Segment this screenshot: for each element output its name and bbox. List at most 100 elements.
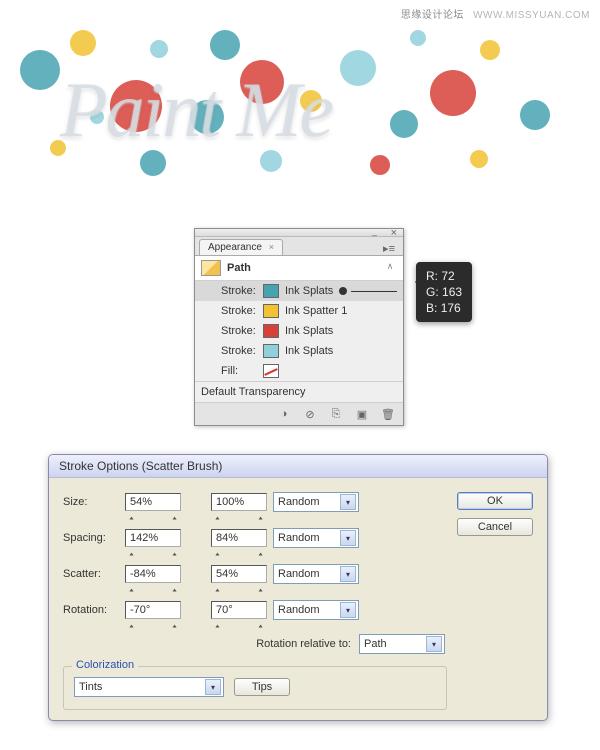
rotation-mode-value: Random	[278, 604, 320, 616]
scatter-mode-value: Random	[278, 568, 320, 580]
slider-arrows[interactable]: ▲▲	[128, 623, 178, 630]
fill-row[interactable]: Fill:	[195, 361, 403, 381]
chevron-down-icon: ▾	[340, 602, 356, 618]
slider-arrows[interactable]: ▲▲	[214, 587, 264, 594]
scatter-row: Scatter: -84% ▲▲ 54% ▲▲ Random ▾	[63, 564, 447, 584]
clear-icon[interactable]: ⊘	[301, 407, 319, 421]
rot-rel-combo[interactable]: Path ▾	[359, 634, 445, 654]
spacing-b-input[interactable]: 84%	[211, 529, 267, 547]
dialog-title: Stroke Options (Scatter Brush)	[49, 455, 547, 478]
duplicate-icon[interactable]: ⎘	[327, 407, 345, 421]
stroke-row-1[interactable]: Stroke: Ink Spatter 1	[195, 301, 403, 321]
chevron-down-icon: ▾	[340, 494, 356, 510]
scroll-up-icon[interactable]: ∧	[383, 261, 397, 275]
b-label: B:	[426, 301, 437, 315]
path-thumb-icon	[201, 260, 221, 276]
size-b-input[interactable]: 100%	[211, 493, 267, 511]
colorization-legend: Colorization	[72, 659, 138, 671]
r-label: R:	[426, 269, 438, 283]
slider-arrows[interactable]: ▲▲	[214, 551, 264, 558]
stroke-row-3[interactable]: Stroke: Ink Splats	[195, 341, 403, 361]
rotation-row: Rotation: -70° ▲▲ 70° ▲▲ Random ▾	[63, 600, 447, 620]
swatch-3[interactable]	[263, 344, 279, 358]
hero-text: Paint Me	[60, 65, 332, 155]
panel-menu-icon[interactable]: ▸≡	[383, 242, 399, 255]
size-a-input[interactable]: 54%	[125, 493, 181, 511]
path-row[interactable]: Path ∧	[195, 256, 403, 281]
cancel-button[interactable]: Cancel	[457, 518, 533, 536]
size-row: Size: 54% ▲▲ 100% ▲▲ Random ▾	[63, 492, 447, 512]
path-label: Path	[227, 262, 251, 274]
close-icon[interactable]: ×	[391, 227, 397, 239]
default-transparency-row[interactable]: Default Transparency	[195, 381, 403, 403]
default-transparency-label: Default Transparency	[201, 386, 306, 398]
rotation-label: Rotation:	[63, 604, 119, 616]
hero-illustration: Paint Me	[0, 0, 600, 200]
rot-rel-value: Path	[364, 638, 387, 650]
spacing-label: Spacing:	[63, 532, 119, 544]
stroke-label: Stroke:	[221, 325, 263, 337]
stroke-label: Stroke:	[221, 285, 263, 297]
swatch-0[interactable]	[263, 284, 279, 298]
scatter-mode-combo[interactable]: Random ▾	[273, 564, 359, 584]
colorization-combo[interactable]: Tints ▾	[74, 677, 224, 697]
chevron-down-icon: ▾	[340, 530, 356, 546]
spacing-a-input[interactable]: 142%	[125, 529, 181, 547]
size-label: Size:	[63, 496, 119, 508]
stroke-label: Stroke:	[221, 305, 263, 317]
brush-name-3: Ink Splats	[285, 345, 333, 357]
brush-dot-icon	[339, 287, 347, 295]
rotation-relative-row: Rotation relative to: Path ▾	[63, 634, 447, 654]
rotation-a-input[interactable]: -70°	[125, 601, 181, 619]
fill-label: Fill:	[221, 365, 263, 377]
size-mode-value: Random	[278, 496, 320, 508]
b-value: 176	[441, 301, 461, 315]
stroke-row-0[interactable]: Stroke: Ink Splats	[195, 281, 403, 301]
slider-arrows[interactable]: ▲▲	[128, 587, 178, 594]
minimize-icon[interactable]: –	[372, 230, 377, 240]
panel-footer: ◑ ⊘ ⎘ ▣ 🗑	[195, 403, 403, 425]
slider-arrows[interactable]: ▲▲	[128, 551, 178, 558]
swatch-2[interactable]	[263, 324, 279, 338]
size-mode-combo[interactable]: Random ▾	[273, 492, 359, 512]
chevron-down-icon: ▾	[426, 636, 442, 652]
ok-button[interactable]: OK	[457, 492, 533, 510]
tips-button[interactable]: Tips	[234, 678, 290, 696]
panel-topbar: – ×	[195, 229, 403, 237]
swatch-none[interactable]	[263, 364, 279, 378]
colorization-fieldset: Colorization Tints ▾ Tips	[63, 666, 447, 710]
tab-appearance-label: Appearance	[208, 242, 262, 253]
brush-name-2: Ink Splats	[285, 325, 333, 337]
brush-name-1: Ink Spatter 1	[285, 305, 347, 317]
chevron-down-icon: ▾	[340, 566, 356, 582]
g-label: G:	[426, 285, 439, 299]
r-value: 72	[441, 269, 454, 283]
scatter-a-input[interactable]: -84%	[125, 565, 181, 583]
pointer-line	[351, 291, 397, 292]
tab-appearance[interactable]: Appearance ×	[199, 239, 283, 255]
scatter-label: Scatter:	[63, 568, 119, 580]
chevron-down-icon: ▾	[205, 679, 221, 695]
stroke-row-2[interactable]: Stroke: Ink Splats	[195, 321, 403, 341]
rotation-b-input[interactable]: 70°	[211, 601, 267, 619]
g-value: 163	[442, 285, 462, 299]
colorization-value: Tints	[79, 681, 102, 693]
spacing-mode-combo[interactable]: Random ▾	[273, 528, 359, 548]
brush-name-0: Ink Splats	[285, 285, 333, 297]
scatter-b-input[interactable]: 54%	[211, 565, 267, 583]
appearance-panel: – × Appearance × ▸≡ Path ∧ Stroke: Ink S…	[194, 228, 404, 426]
new-fill-icon[interactable]: ◑	[275, 407, 293, 421]
stroke-options-dialog: Stroke Options (Scatter Brush) Size: 54%…	[48, 454, 548, 721]
slider-arrows[interactable]: ▲▲	[214, 623, 264, 630]
spacing-mode-value: Random	[278, 532, 320, 544]
spacing-row: Spacing: 142% ▲▲ 84% ▲▲ Random ▾	[63, 528, 447, 548]
trash-icon[interactable]: 🗑	[379, 407, 397, 421]
slider-arrows[interactable]: ▲▲	[128, 515, 178, 522]
rot-rel-label: Rotation relative to:	[256, 638, 351, 650]
tab-close-icon[interactable]: ×	[269, 242, 274, 252]
rgb-tooltip: R: 72 G: 163 B: 176	[416, 262, 472, 322]
swatch-1[interactable]	[263, 304, 279, 318]
slider-arrows[interactable]: ▲▲	[214, 515, 264, 522]
new-icon[interactable]: ▣	[353, 407, 371, 421]
rotation-mode-combo[interactable]: Random ▾	[273, 600, 359, 620]
